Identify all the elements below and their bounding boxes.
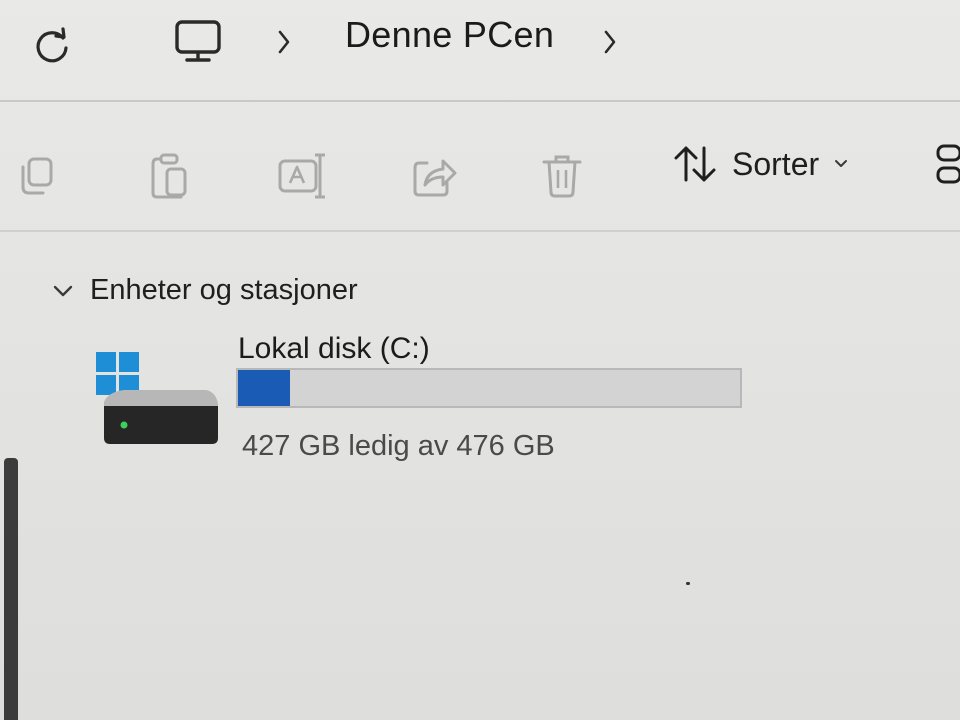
delete-icon xyxy=(542,155,582,198)
group-title: Enheter og stasjoner xyxy=(90,274,358,306)
delete-button[interactable] xyxy=(534,148,590,204)
windows-drive-icon xyxy=(94,348,224,458)
refresh-icon xyxy=(36,27,68,63)
drive-capacity-bar xyxy=(236,368,742,408)
local-disk-c-item[interactable]: Lokal disk (C:) 427 GB ledig av 476 GB xyxy=(94,332,774,478)
sort-button[interactable]: Sorter xyxy=(672,140,849,188)
chevron-down-icon xyxy=(835,160,848,167)
devices-and-drives-group-header[interactable]: Enheter og stasjoner xyxy=(50,274,358,307)
more-options-button[interactable] xyxy=(930,142,960,192)
screen-speck xyxy=(686,582,690,585)
drive-name: Lokal disk (C:) xyxy=(238,332,430,365)
window-edge xyxy=(4,458,18,720)
this-pc-location-button[interactable] xyxy=(170,16,226,68)
copy-icon xyxy=(21,157,53,195)
paste-button[interactable] xyxy=(142,148,198,204)
share-button[interactable] xyxy=(406,148,462,204)
breadcrumb-current-location[interactable]: Denne PCen xyxy=(345,14,554,56)
chevron-down-icon xyxy=(53,285,73,296)
share-icon xyxy=(413,159,457,197)
breadcrumb-separator[interactable] xyxy=(270,24,298,60)
file-explorer-window: Denne PCen Sorter Enheter og stasjoner L… xyxy=(0,0,960,720)
refresh-button[interactable] xyxy=(28,22,76,70)
copy-button[interactable] xyxy=(8,148,64,204)
drive-capacity-used-fill xyxy=(238,370,290,406)
breadcrumb-separator[interactable] xyxy=(596,24,624,60)
chevron-right-icon xyxy=(278,30,290,54)
address-bar: Denne PCen xyxy=(0,0,960,102)
command-bar: Sorter xyxy=(0,112,960,232)
sort-arrows-icon xyxy=(674,146,716,182)
rename-button[interactable] xyxy=(274,148,330,204)
more-options-icon xyxy=(936,144,960,184)
drive-free-space-text: 427 GB ledig av 476 GB xyxy=(242,430,555,462)
rename-icon xyxy=(278,153,325,199)
paste-icon xyxy=(151,153,187,199)
chevron-right-icon xyxy=(604,30,616,54)
computer-monitor-icon xyxy=(175,20,221,62)
sort-label: Sorter xyxy=(732,145,820,182)
